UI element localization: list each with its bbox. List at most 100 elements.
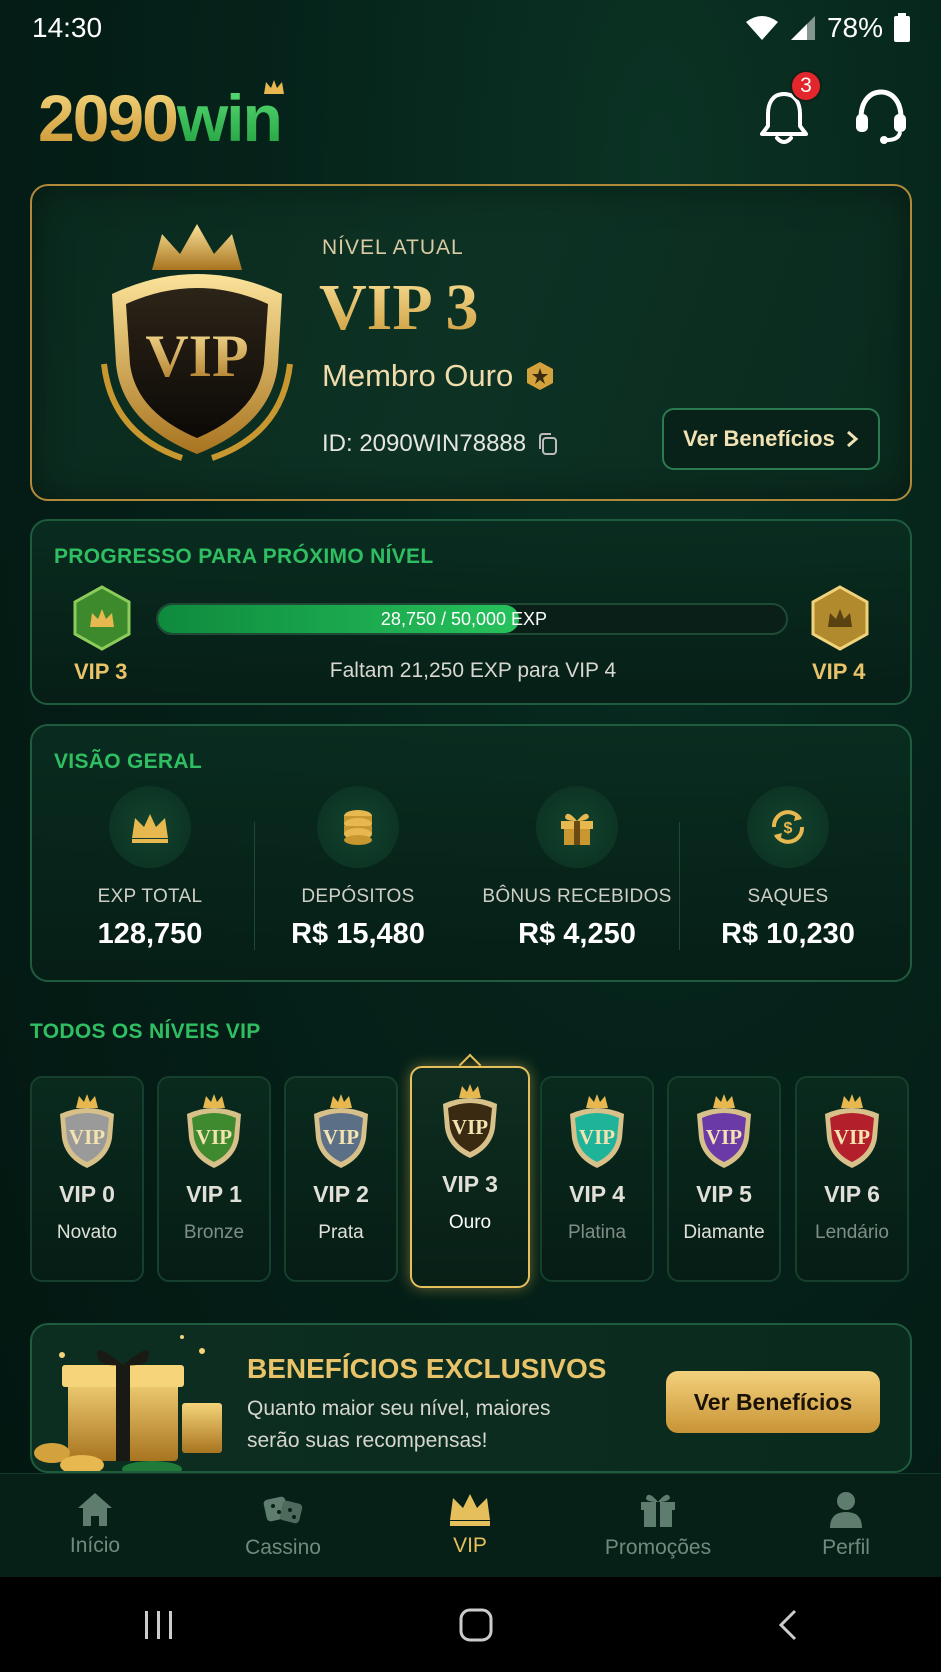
vip-tier-shield-icon: VIP	[187, 1094, 241, 1168]
crown-icon	[450, 1494, 490, 1526]
coins-icon	[344, 810, 372, 845]
vip-tier-card-0[interactable]: VIP VIP 0 Novato	[30, 1076, 144, 1282]
nav-promotions[interactable]: Promoções	[578, 1490, 738, 1560]
user-id: ID: 2090WIN78888	[322, 430, 560, 458]
all-levels-title: TODOS OS NÍVEIS VIP	[30, 1020, 261, 1043]
next-level-hex-icon	[811, 585, 869, 651]
vip-tier-card-4[interactable]: VIP VIP 4 Platina	[540, 1076, 654, 1282]
vip-tier-rank: Prata	[318, 1222, 364, 1243]
stat-label: EXP TOTAL	[97, 886, 203, 907]
svg-text:VIP: VIP	[323, 1125, 359, 1149]
vip-tier-shield-icon: VIP	[697, 1094, 751, 1168]
back-icon[interactable]	[776, 1608, 800, 1642]
benefits-description: Quanto maior seu nível, maiores serão su…	[247, 1397, 551, 1452]
nav-vip[interactable]: VIP	[390, 1490, 550, 1558]
divider	[254, 822, 255, 950]
vip-tier-name: VIP 0	[59, 1181, 115, 1207]
vip-tier-name: VIP 1	[186, 1181, 242, 1207]
bottom-navigation: Início Cassino VIP Promoções Perfil	[0, 1473, 941, 1577]
current-level-card: VIP NÍVEL ATUAL VIP 3 Membro Ouro ID: 20…	[30, 184, 912, 501]
current-level-label: NÍVEL ATUAL	[322, 236, 464, 259]
current-level-hex-icon	[73, 585, 131, 651]
vip-tier-shield-icon: VIP	[825, 1094, 879, 1168]
nav-profile[interactable]: Perfil	[766, 1490, 926, 1560]
stat-value: 128,750	[97, 918, 203, 950]
system-navigation-bar	[0, 1577, 941, 1672]
member-rank-text: Membro Ouro	[322, 358, 514, 393]
benefits-title: BENEFÍCIOS EXCLUSIVOS	[247, 1353, 607, 1384]
battery-icon	[894, 13, 910, 42]
vip-tier-rank: Novato	[56, 1222, 118, 1243]
battery-percent: 78%	[826, 12, 883, 43]
vip-tier-name: VIP 6	[824, 1181, 880, 1207]
vip-tier-card-3[interactable]: VIP VIP 3 Ouro	[410, 1066, 530, 1288]
brand-logo[interactable]: 2090win	[38, 80, 283, 156]
status-bar: 14:30 78%	[0, 0, 941, 56]
vip-tier-name: VIP 2	[313, 1181, 369, 1207]
overview-card: VISÃO GERAL EXP TOTAL 128,750 DEPÓSITOS …	[30, 724, 912, 982]
member-rank: Membro Ouro	[322, 358, 555, 394]
view-benefits-button[interactable]: Ver Benefícios	[662, 408, 880, 470]
home-button-icon[interactable]	[458, 1607, 494, 1643]
vip-tier-card-2[interactable]: VIP VIP 2 Prata	[284, 1076, 398, 1282]
nav-label: Promoções	[604, 1536, 712, 1559]
stat-label: DEPÓSITOS	[301, 886, 415, 907]
logo-crown-icon	[264, 80, 284, 94]
crown-icon	[132, 814, 168, 843]
progress-title: PROGRESSO PARA PRÓXIMO NÍVEL	[54, 545, 434, 568]
notification-badge: 3	[790, 70, 822, 102]
signal-icon	[790, 16, 815, 40]
stat-label: SAQUES	[747, 886, 829, 907]
vip-tier-shield-icon: VIP	[60, 1094, 114, 1168]
nav-casino[interactable]: Cassino	[203, 1490, 363, 1560]
svg-text:VIP: VIP	[706, 1125, 742, 1149]
stat-withdrawals: $ SAQUES R$ 10,230	[688, 786, 888, 951]
vip-shield-emblem: VIP	[101, 224, 293, 461]
nav-label: Início	[69, 1534, 121, 1557]
stat-exp-total: EXP TOTAL 128,750	[50, 786, 250, 951]
stat-value: R$ 4,250	[518, 918, 636, 950]
exp-progress-text: 28,750 / 50,000 EXP	[380, 608, 548, 629]
vip-tier-name: VIP 4	[569, 1181, 625, 1207]
nav-label: Perfil	[822, 1536, 870, 1559]
svg-text:VIP: VIP	[196, 1125, 232, 1149]
vip-tier-shield-icon: VIP	[443, 1084, 497, 1158]
svg-text:VIP: VIP	[69, 1125, 105, 1149]
svg-text:VIP: VIP	[452, 1115, 488, 1139]
vip-tier-shield-icon: VIP	[314, 1094, 368, 1168]
stat-value: R$ 10,230	[721, 918, 855, 950]
vip-tier-rank: Diamante	[683, 1222, 765, 1243]
vip-tier-rank: Platina	[567, 1222, 627, 1243]
home-icon	[78, 1493, 112, 1526]
nav-label: VIP	[453, 1534, 487, 1557]
vip-tier-rank: Bronze	[183, 1222, 245, 1243]
wifi-icon	[745, 16, 778, 40]
gift-icon	[561, 813, 593, 845]
vip-tier-card-6[interactable]: VIP VIP 6 Lendário	[795, 1076, 909, 1282]
nav-label: Cassino	[245, 1536, 321, 1559]
headset-support-icon[interactable]	[853, 86, 909, 146]
svg-text:VIP: VIP	[579, 1125, 615, 1149]
stat-label: BÔNUS RECEBIDOS	[482, 886, 672, 907]
divider	[679, 822, 680, 950]
vip-tier-card-1[interactable]: VIP VIP 1 Bronze	[157, 1076, 271, 1282]
exp-remaining-text: Faltam 21,250 EXP para VIP 4	[329, 659, 617, 682]
vip-tier-name: VIP 3	[442, 1171, 498, 1197]
stat-deposits: DEPÓSITOS R$ 15,480	[258, 786, 458, 951]
dice-icon	[263, 1496, 303, 1524]
svg-text:$: $	[784, 820, 793, 837]
svg-text:VIP: VIP	[145, 323, 248, 389]
overview-title: VISÃO GERAL	[54, 750, 202, 773]
vip-tier-card-5[interactable]: VIP VIP 5 Diamante	[667, 1076, 781, 1282]
copy-icon[interactable]	[536, 432, 560, 456]
vip-tier-rank: Ouro	[448, 1212, 492, 1233]
svg-text:VIP: VIP	[834, 1125, 870, 1149]
user-id-text: ID: 2090WIN78888	[322, 430, 527, 457]
app-header: 2090win 3	[0, 70, 941, 170]
nav-home[interactable]: Início	[15, 1490, 175, 1558]
recent-apps-icon[interactable]	[141, 1609, 177, 1641]
benefits-cta-button[interactable]: Ver Benefícios	[666, 1371, 880, 1433]
withdraw-icon: $	[772, 810, 804, 844]
stat-value: R$ 15,480	[291, 918, 425, 950]
vip-tier-rank: Lendário	[815, 1222, 889, 1243]
